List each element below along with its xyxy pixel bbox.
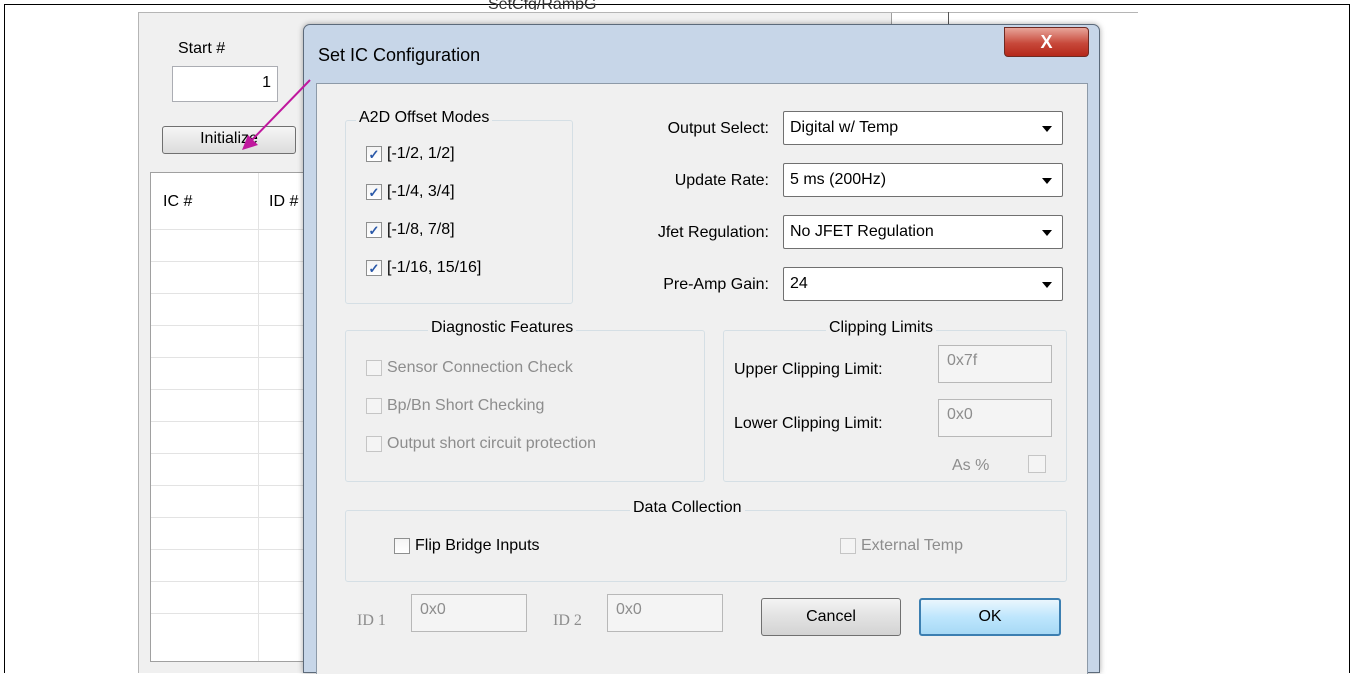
bp-bn-short-checking-checkbox[interactable]: Bp/Bn Short Checking [366, 397, 544, 415]
checkbox-unchecked-icon [840, 538, 856, 554]
checkbox-unchecked-icon [366, 436, 382, 452]
as-percent-checkbox[interactable] [1028, 455, 1046, 473]
table-row [151, 613, 309, 614]
external-temp-checkbox[interactable]: External Temp [840, 537, 963, 555]
preamp-gain-label: Pre-Amp Gain: [663, 276, 769, 293]
checkbox-checked-icon: ✓ [366, 222, 382, 238]
a2d-mode-checkbox-2[interactable]: ✓ [-1/4, 3/4] [366, 183, 455, 201]
dialog-client-area: A2D Offset Modes ✓ [-1/2, 1/2] ✓ [-1/4, 3/… [316, 83, 1088, 674]
as-percent-label: As % [952, 457, 990, 474]
output-short-circuit-checkbox[interactable]: Output short circuit protection [366, 435, 596, 453]
table-row [151, 357, 309, 358]
a2d-mode-checkbox-4[interactable]: ✓ [-1/16, 15/16] [366, 259, 481, 277]
update-rate-label: Update Rate: [674, 172, 769, 189]
lower-clipping-limit-label: Lower Clipping Limit: [734, 415, 883, 432]
external-temp-label: External Temp [861, 537, 963, 554]
table-row [151, 261, 309, 262]
checkbox-checked-icon: ✓ [366, 146, 382, 162]
diagnostic-features-legend: Diagnostic Features [428, 319, 577, 337]
close-button[interactable]: X [1004, 27, 1089, 57]
diagnostic-features-group: Diagnostic Features Sensor Connection Ch… [345, 319, 705, 482]
start-number-input[interactable]: 1 [172, 66, 278, 102]
checkbox-unchecked-icon [366, 398, 382, 414]
output-select-value: Digital w/ Temp [790, 119, 899, 136]
a2d-mode-checkbox-3[interactable]: ✓ [-1/8, 7/8] [366, 221, 455, 239]
cancel-button[interactable]: Cancel [761, 598, 901, 636]
jfet-regulation-value: No JFET Regulation [790, 223, 934, 240]
table-row [151, 485, 309, 486]
table-row [151, 549, 309, 550]
a2d-offset-modes-group: A2D Offset Modes ✓ [-1/2, 1/2] ✓ [-1/4, 3/… [345, 109, 573, 304]
jfet-regulation-dropdown[interactable]: No JFET Regulation [783, 215, 1063, 249]
a2d-mode-label: [-1/4, 3/4] [387, 183, 455, 200]
table-row [151, 517, 309, 518]
table-row [151, 421, 309, 422]
sensor-connection-check-label: Sensor Connection Check [387, 359, 573, 376]
data-collection-group: Data Collection Flip Bridge Inputs Exter… [345, 499, 1067, 582]
a2d-mode-label: [-1/2, 1/2] [387, 145, 455, 162]
checkbox-unchecked-icon [366, 360, 382, 376]
update-rate-value: 5 ms (200Hz) [790, 171, 887, 188]
chevron-down-icon [1042, 178, 1052, 184]
output-short-circuit-label: Output short circuit protection [387, 435, 596, 452]
clipping-limits-group: Clipping Limits Upper Clipping Limit: 0x… [723, 319, 1067, 482]
jfet-regulation-label: Jfet Regulation: [657, 224, 769, 241]
table-row [151, 325, 309, 326]
upper-clipping-limit-input[interactable]: 0x7f [938, 345, 1052, 383]
ok-button[interactable]: OK [919, 598, 1061, 636]
id2-label: ID 2 [553, 612, 582, 629]
lower-clipping-limit-input[interactable]: 0x0 [938, 399, 1052, 437]
preamp-gain-value: 24 [790, 275, 808, 292]
a2d-mode-label: [-1/16, 15/16] [387, 259, 482, 276]
preamp-gain-dropdown[interactable]: 24 [783, 267, 1063, 301]
data-collection-legend: Data Collection [630, 499, 745, 517]
checkbox-checked-icon: ✓ [366, 184, 382, 200]
table-column-separator [258, 173, 259, 661]
background-top-label: SetCfg/RampG [488, 0, 597, 10]
table-row [151, 293, 309, 294]
ic-table: IC # ID # [150, 172, 310, 662]
clipping-limits-legend: Clipping Limits [826, 319, 937, 337]
checkbox-checked-icon: ✓ [366, 260, 382, 276]
output-select-label: Output Select: [667, 120, 769, 137]
output-select-dropdown[interactable]: Digital w/ Temp [783, 111, 1063, 145]
table-row [151, 229, 309, 230]
table-header-ic: IC # [163, 193, 193, 210]
close-icon: X [1040, 32, 1053, 52]
chevron-down-icon [1042, 126, 1052, 132]
bp-bn-short-checking-label: Bp/Bn Short Checking [387, 397, 545, 414]
chevron-down-icon [1042, 282, 1052, 288]
checkbox-unchecked-icon [394, 538, 410, 554]
upper-clipping-limit-label: Upper Clipping Limit: [734, 361, 883, 378]
a2d-offset-modes-legend: A2D Offset Modes [356, 109, 493, 127]
table-row [151, 389, 309, 390]
initialize-button[interactable]: Initialize [162, 126, 296, 154]
table-row [151, 453, 309, 454]
table-row [151, 581, 309, 582]
sensor-connection-check-checkbox[interactable]: Sensor Connection Check [366, 359, 573, 377]
id1-input[interactable]: 0x0 [411, 594, 527, 632]
a2d-mode-checkbox-1[interactable]: ✓ [-1/2, 1/2] [366, 145, 455, 163]
set-ic-configuration-dialog: Set IC Configuration X A2D Offset Modes … [303, 24, 1100, 674]
update-rate-dropdown[interactable]: 5 ms (200Hz) [783, 163, 1063, 197]
table-header-id: ID # [269, 193, 299, 210]
a2d-mode-label: [-1/8, 7/8] [387, 221, 455, 238]
dialog-title: Set IC Configuration [318, 45, 481, 65]
id2-input[interactable]: 0x0 [607, 594, 723, 632]
flip-bridge-inputs-label: Flip Bridge Inputs [415, 537, 540, 554]
chevron-down-icon [1042, 230, 1052, 236]
id1-label: ID 1 [357, 612, 386, 629]
flip-bridge-inputs-checkbox[interactable]: Flip Bridge Inputs [394, 537, 540, 555]
start-number-label: Start # [178, 40, 226, 57]
